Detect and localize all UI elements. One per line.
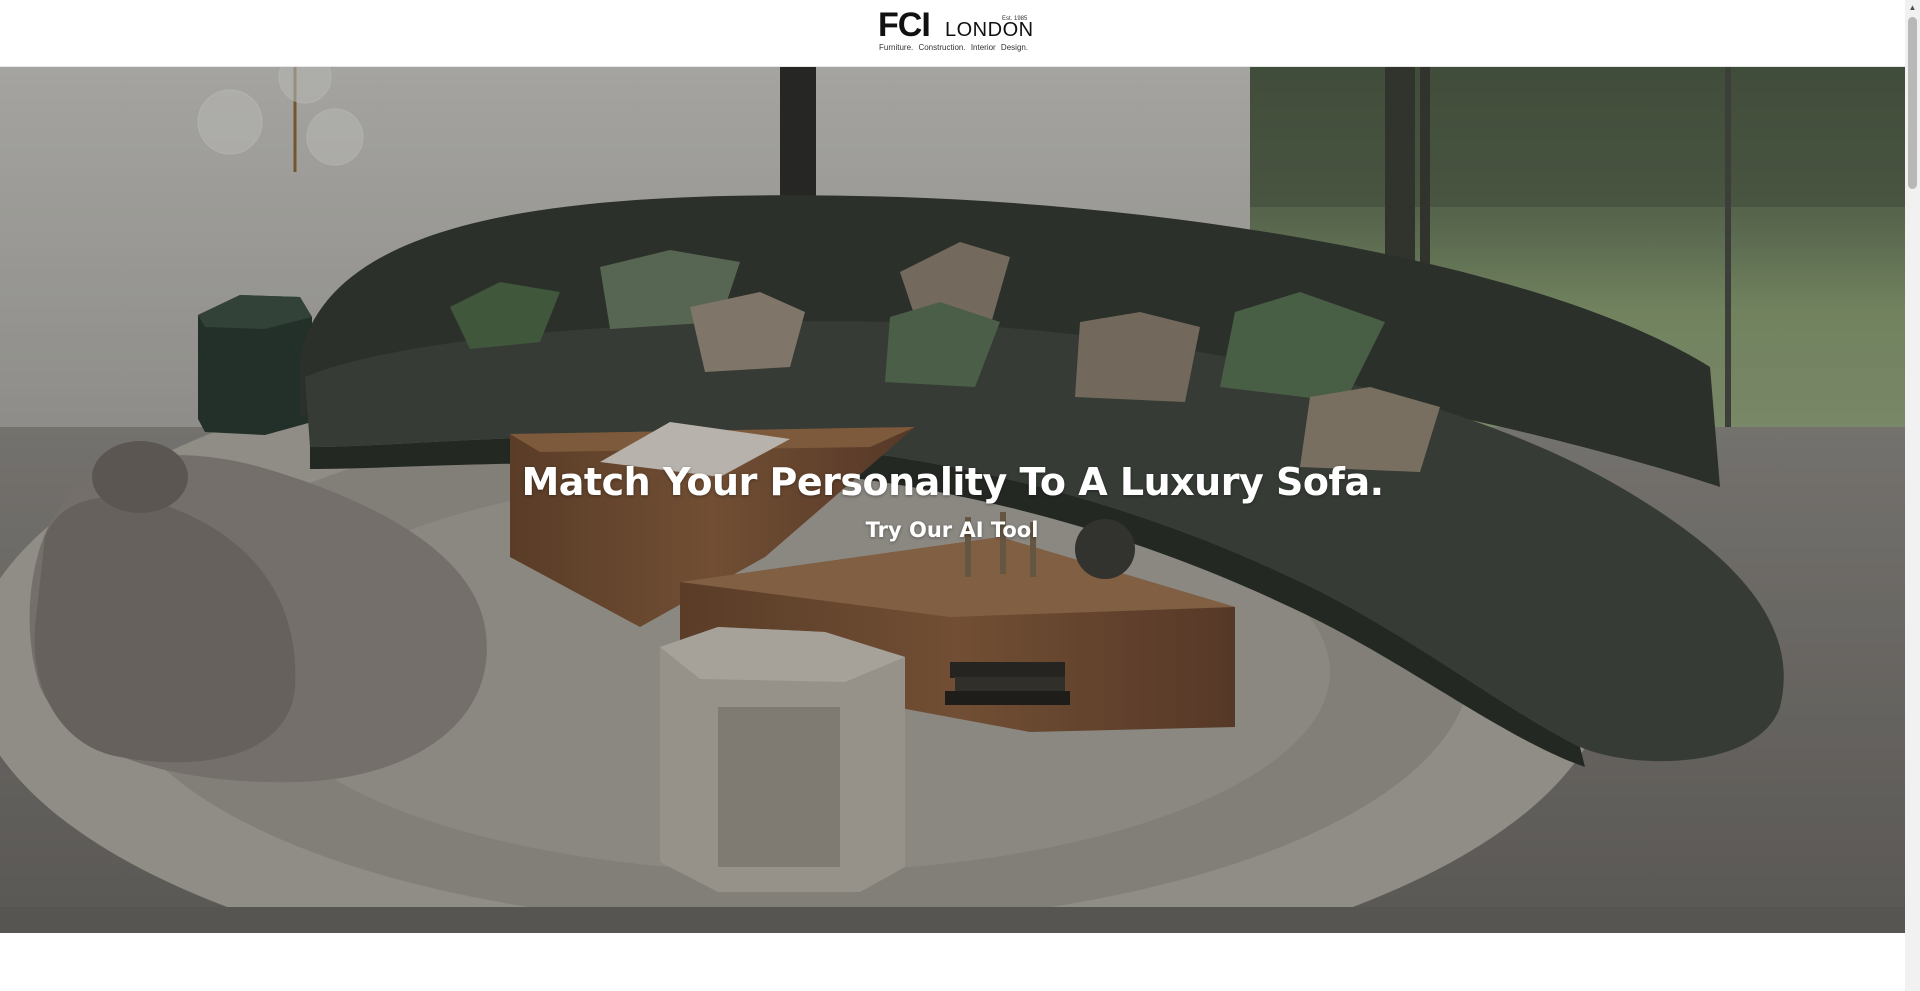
logo-brand: FCI	[878, 6, 931, 44]
hero-title: Match Your Personality To A Luxury Sofa.	[521, 460, 1384, 504]
site-logo[interactable]: FCI LONDON Est. 1985 Furniture. Construc…	[878, 6, 1033, 54]
logo-city: LONDON	[945, 19, 1034, 41]
try-ai-tool-link[interactable]: Try Our AI Tool	[862, 515, 1042, 545]
page-content-below	[0, 933, 1905, 991]
scrollbar-thumb[interactable]	[1908, 17, 1917, 189]
site-header: FCI LONDON Est. 1985 Furniture. Construc…	[0, 0, 1905, 67]
hero-banner: Match Your Personality To A Luxury Sofa.…	[0, 67, 1905, 933]
logo-tagline: Furniture. Construction. Interior Design…	[879, 43, 1029, 52]
logo-established: Est. 1985	[1002, 16, 1028, 22]
scroll-up-icon[interactable]: ▲	[1905, 0, 1920, 15]
vertical-scrollbar[interactable]: ▲	[1905, 0, 1920, 991]
